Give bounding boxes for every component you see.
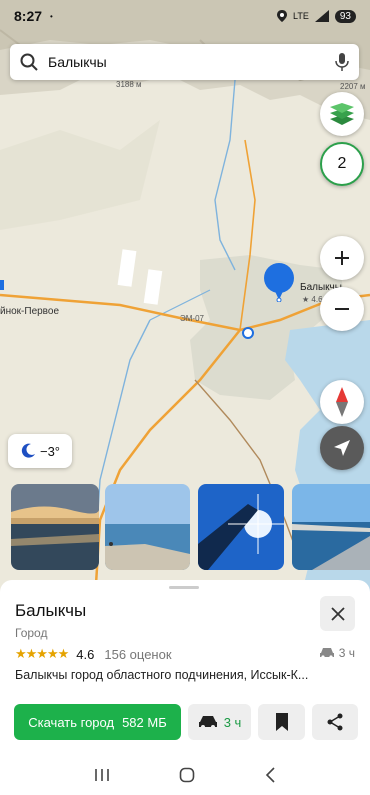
weather-temperature: −3° <box>39 443 61 459</box>
rating-value: 4.6 <box>76 646 95 662</box>
system-nav-bar[interactable] <box>0 755 370 795</box>
map-elevation-label: 3188 м <box>116 80 142 89</box>
drive-time-value: 3 ч <box>338 646 355 660</box>
photo-thumbnail[interactable] <box>105 484 190 570</box>
weather-chip[interactable]: −3° <box>8 434 72 468</box>
rating-row[interactable]: ★★★★★ 4.6 156 оценок <box>15 646 172 662</box>
place-description[interactable]: Балыкчы город областного подчинения, Исс… <box>15 668 360 682</box>
share-icon <box>327 713 343 731</box>
download-city-button[interactable]: Скачать город 582 МБ <box>14 704 181 740</box>
navigation-arrow-icon <box>334 440 350 456</box>
map-road-label: ЭМ-07 <box>180 314 204 323</box>
bookmark-icon <box>275 713 288 731</box>
photo-strip[interactable] <box>0 484 370 572</box>
notification-dot-icon: • <box>50 11 53 21</box>
photo-thumbnail[interactable] <box>198 484 284 570</box>
back-icon[interactable] <box>264 767 276 783</box>
status-bar: 8:27 • LTE 93 <box>0 0 370 32</box>
search-input[interactable] <box>48 54 335 70</box>
rating-stars: ★★★★★ <box>15 646 69 661</box>
map-elevation-label: 2207 м <box>340 82 366 91</box>
search-icon[interactable] <box>20 53 38 71</box>
count-badge-value: 2 <box>337 155 347 172</box>
layers-button[interactable] <box>320 92 364 136</box>
plus-icon <box>335 251 349 265</box>
share-button[interactable] <box>312 704 358 740</box>
bookmark-button[interactable] <box>258 704 305 740</box>
recent-apps-icon[interactable] <box>94 768 110 782</box>
layers-icon <box>330 103 354 125</box>
car-icon <box>198 716 217 729</box>
zoom-out-button[interactable] <box>320 287 364 331</box>
network-type: LTE <box>293 11 309 21</box>
home-icon[interactable] <box>179 767 195 783</box>
minus-icon <box>335 308 349 310</box>
search-bar[interactable] <box>10 44 359 80</box>
download-size: 582 МБ <box>122 714 167 730</box>
status-time: 8:27 <box>14 8 43 24</box>
photo-thumbnail[interactable] <box>11 484 99 570</box>
photo-thumbnail[interactable] <box>292 484 370 570</box>
card-drag-handle[interactable] <box>169 586 199 589</box>
route-button[interactable]: 3 ч <box>188 704 251 740</box>
place-card[interactable]: Балыкчы Город ★★★★★ 4.6 156 оценок 3 ч Б… <box>0 580 370 755</box>
drive-time: 3 ч <box>319 646 355 660</box>
my-location-button[interactable] <box>320 426 364 470</box>
status-icons: LTE 93 <box>277 9 356 23</box>
close-icon <box>330 606 345 621</box>
signal-icon <box>314 10 329 22</box>
download-label: Скачать город <box>28 714 115 730</box>
place-category: Город <box>15 626 48 640</box>
compass-icon <box>336 387 348 417</box>
compass-button[interactable] <box>320 380 364 424</box>
place-title: Балыкчы <box>15 601 87 620</box>
count-badge-button[interactable]: 2 <box>320 142 364 186</box>
route-time: 3 ч <box>223 714 242 730</box>
battery-level: 93 <box>334 9 356 23</box>
location-status-icon <box>277 10 288 22</box>
microphone-icon[interactable] <box>335 52 349 72</box>
car-icon <box>319 648 334 659</box>
map-city-rating: ★ 4.6 <box>302 295 323 304</box>
location-pin-icon[interactable] <box>263 262 295 303</box>
reviews-count[interactable]: 156 оценок <box>104 647 171 662</box>
moon-icon <box>21 443 35 458</box>
zoom-in-button[interactable] <box>320 236 364 280</box>
map-village-label[interactable]: йнок-Первое <box>0 306 59 317</box>
close-button[interactable] <box>320 596 355 631</box>
road-marker-icon <box>242 327 254 339</box>
